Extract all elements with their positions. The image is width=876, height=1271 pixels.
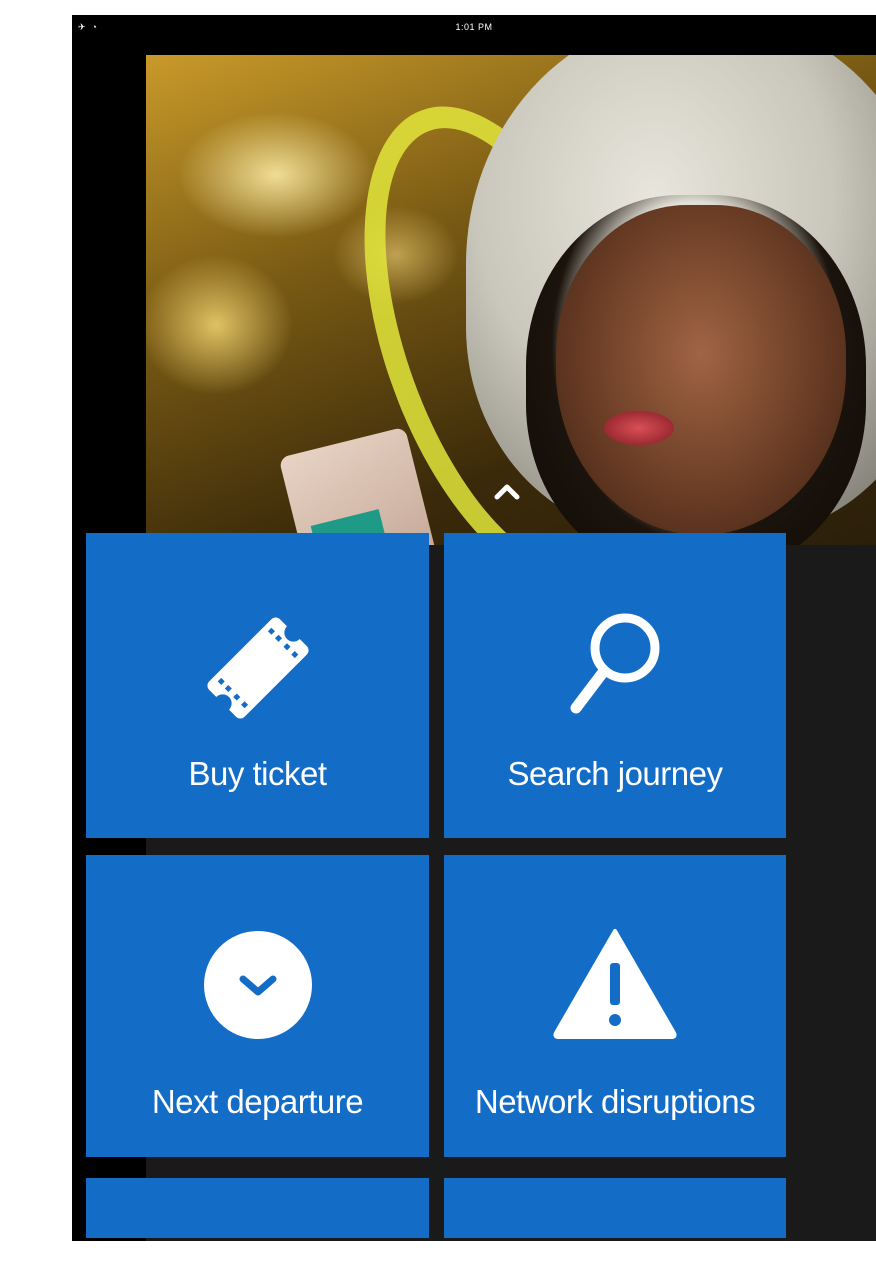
- face: [556, 205, 846, 535]
- buy-ticket-label: Buy ticket: [188, 755, 327, 792]
- network-disruptions-label: Network disruptions: [474, 1083, 756, 1120]
- search-journey-tile[interactable]: Search journey: [444, 533, 786, 838]
- next-departure-label: Next departure: [151, 1083, 364, 1120]
- network-disruptions-tile[interactable]: Network disruptions: [444, 855, 786, 1157]
- lips: [604, 411, 674, 445]
- ticket-icon: [206, 617, 309, 719]
- warning-icon: [553, 929, 677, 1039]
- status-bar: ✈ ◔ 1:01 PM: [72, 15, 876, 39]
- status-time: 1:01 PM: [455, 22, 493, 32]
- chevron-up-icon[interactable]: [492, 482, 522, 500]
- magnifier-icon: [570, 613, 660, 714]
- search-journey-label: Search journey: [507, 755, 723, 792]
- tile-partial-left[interactable]: [86, 1178, 429, 1238]
- next-departure-tile[interactable]: Next departure: [86, 855, 429, 1157]
- clock-icon: [203, 931, 312, 1039]
- tile-partial-right[interactable]: [444, 1178, 786, 1238]
- buy-ticket-tile[interactable]: Buy ticket: [86, 533, 429, 838]
